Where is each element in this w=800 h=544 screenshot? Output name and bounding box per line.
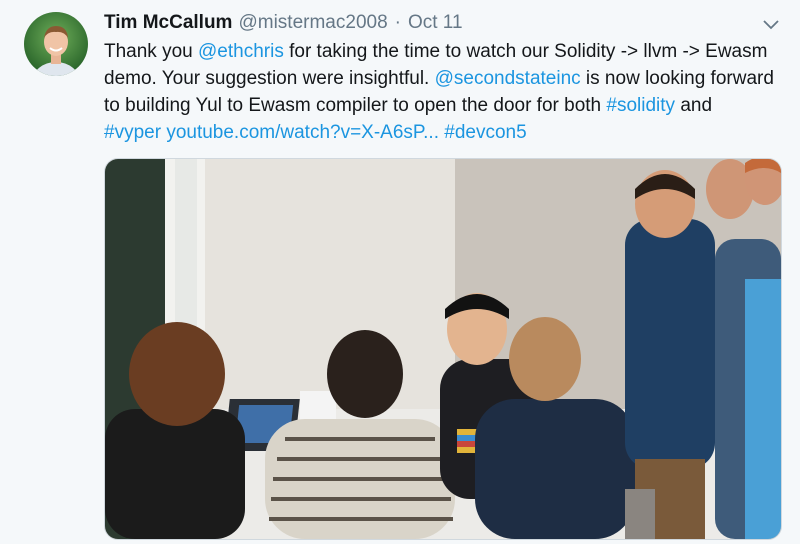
tweet-photo[interactable] [104, 158, 782, 540]
tweet-text: Thank you @ethchris for taking the time … [104, 38, 774, 146]
tweet-card[interactable]: Tim McCallum @mistermac2008 · Oct 11 Tha… [0, 0, 800, 544]
mention-secondstateinc-link[interactable]: @secondstateinc [435, 68, 581, 89]
youtube-link[interactable]: youtube.com/watch?v=X-A6sP... [166, 122, 439, 143]
photo-scene [105, 159, 781, 539]
header-separator: · [394, 12, 401, 33]
hashtag-devcon5-link[interactable]: #devcon5 [444, 122, 526, 143]
chevron-down-icon[interactable] [760, 14, 782, 36]
author-handle[interactable]: @mistermac2008 [238, 12, 387, 34]
tweet-date[interactable]: Oct 11 [408, 12, 463, 34]
author-name[interactable]: Tim McCallum [104, 12, 232, 34]
text-segment: Thank you [104, 41, 198, 62]
mention-ethchris-link[interactable]: @ethchris [198, 41, 284, 62]
avatar[interactable] [24, 12, 88, 76]
tweet-header: Tim McCallum @mistermac2008 · Oct 11 [104, 12, 770, 38]
avatar-image [33, 26, 79, 76]
text-segment: and [675, 95, 713, 116]
hashtag-solidity-link[interactable]: #solidity [606, 95, 675, 116]
hashtag-vyper-link[interactable]: #vyper [104, 122, 161, 143]
